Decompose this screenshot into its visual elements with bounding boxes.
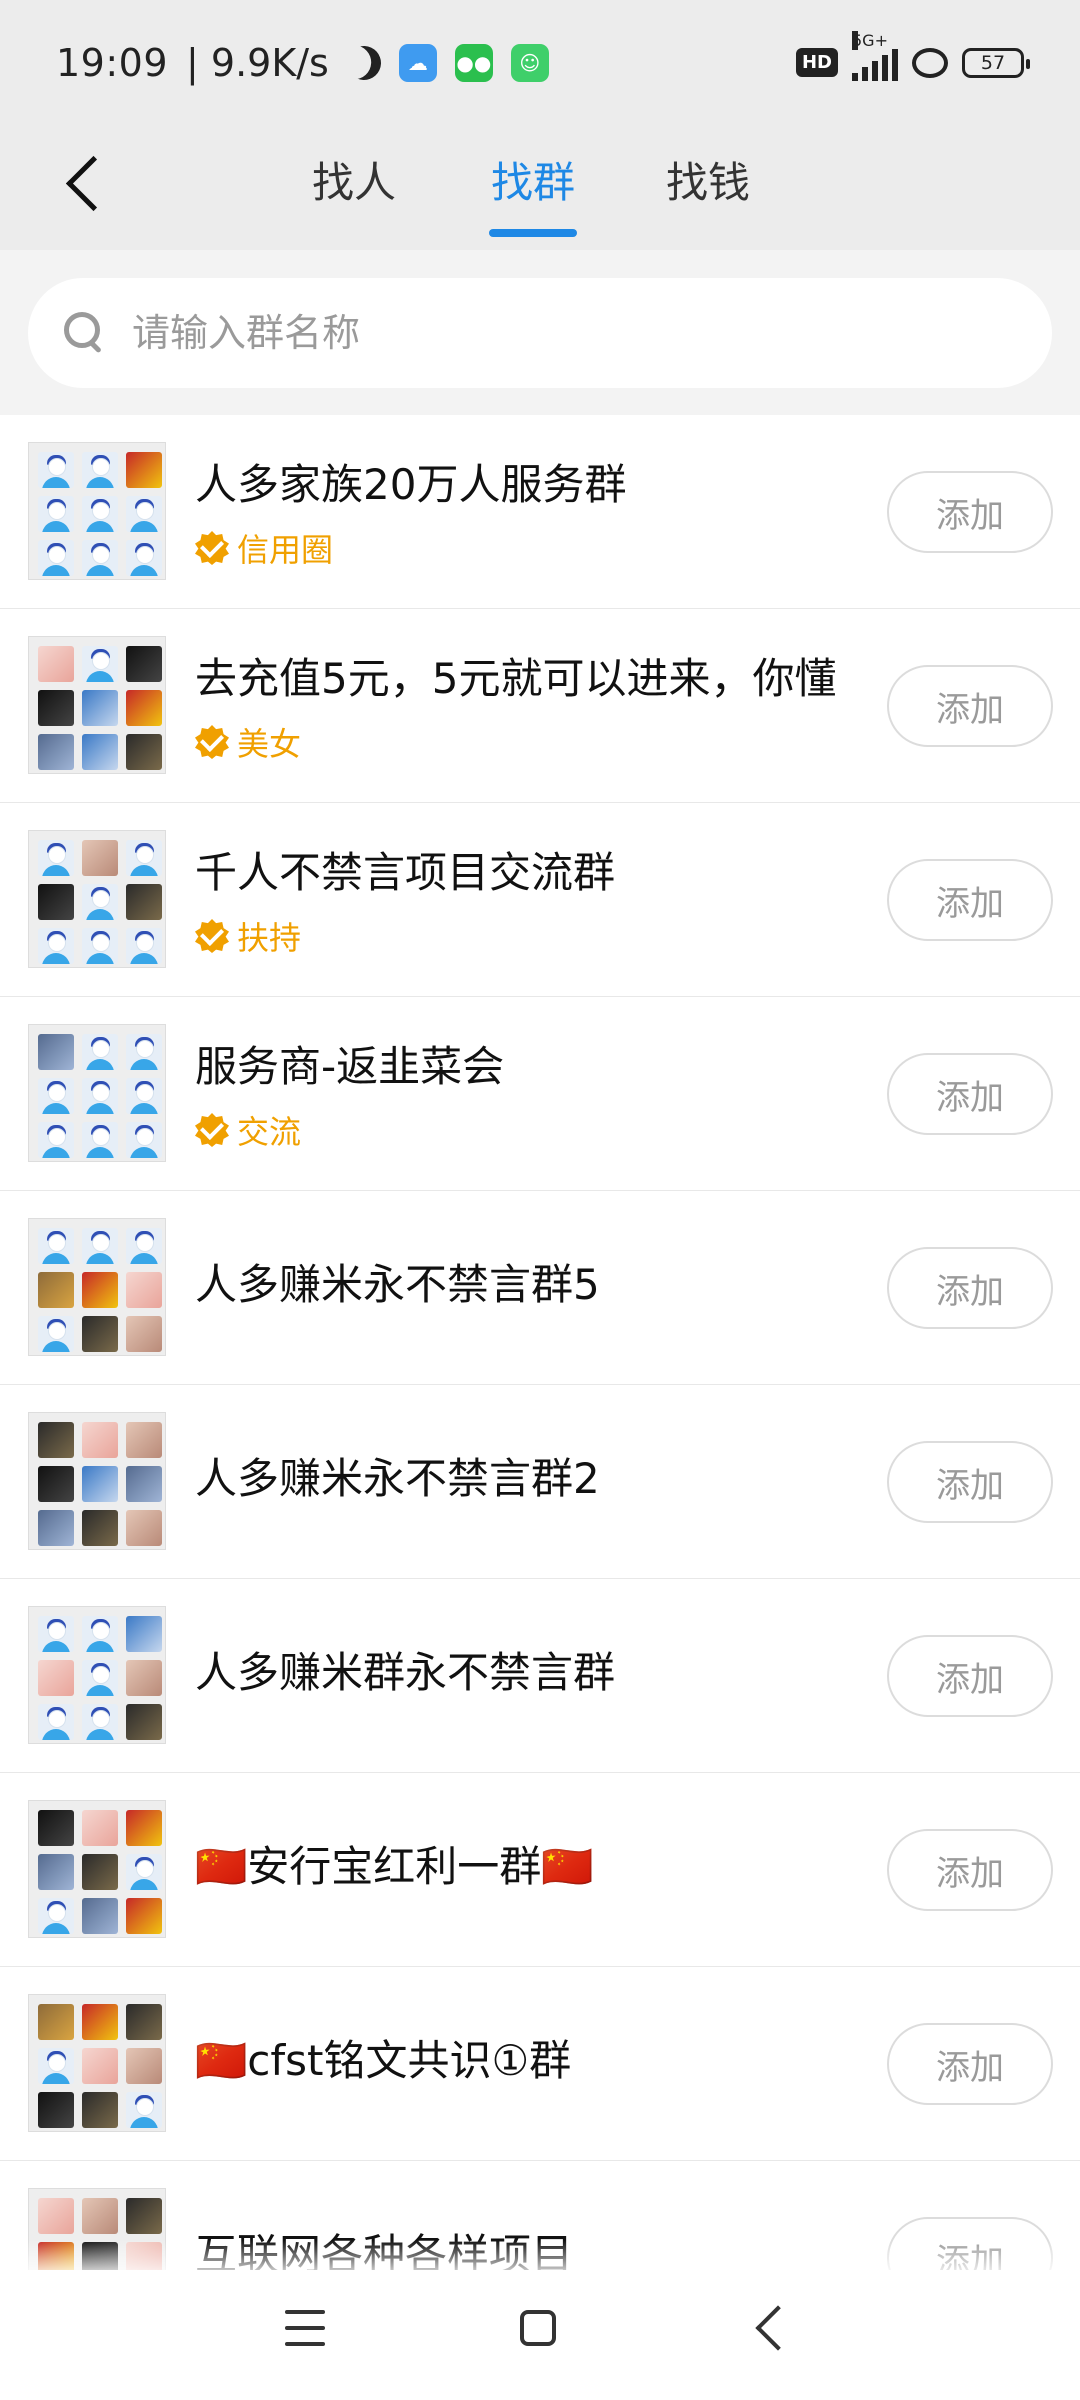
search-area: [0, 250, 1080, 415]
verified-badge-icon: [195, 531, 229, 565]
top-bar: 19:09 | 9.9K/s ☁ ●● ☺ HD 5G+ 57 找人 找群 找钱: [0, 0, 1080, 250]
list-item[interactable]: 服务商-返韭菜会 交流 添加: [0, 997, 1080, 1191]
system-back-icon[interactable]: [755, 2305, 801, 2351]
moon-icon: [342, 41, 386, 85]
system-nav-bar: [0, 2270, 1080, 2400]
status-bar: 19:09 | 9.9K/s ☁ ●● ☺ HD 5G+ 57: [0, 0, 1080, 125]
verified-badge-icon: [195, 919, 229, 953]
search-box[interactable]: [28, 278, 1052, 388]
menu-icon[interactable]: [285, 2310, 325, 2346]
add-group-button[interactable]: 添加: [887, 859, 1053, 941]
list-item[interactable]: 人多赚米永不禁言群2 添加: [0, 1385, 1080, 1579]
list-item[interactable]: 去充值5元，5元就可以进来，你懂 美女 添加: [0, 609, 1080, 803]
group-avatar: [28, 1606, 166, 1744]
group-name: 🇨🇳cfst铭文共识①群: [195, 2036, 572, 2085]
verified-badge-icon: [195, 1113, 229, 1147]
list-item[interactable]: 人多赚米永不禁言群5 添加: [0, 1191, 1080, 1385]
back-button[interactable]: [50, 143, 121, 223]
group-avatar: [28, 1218, 166, 1356]
add-group-button[interactable]: 添加: [887, 1053, 1053, 1135]
verified-badge-icon: [195, 725, 229, 759]
search-input[interactable]: [130, 310, 1014, 356]
add-group-button[interactable]: 添加: [887, 1635, 1053, 1717]
group-avatar: [28, 636, 166, 774]
add-group-button[interactable]: 添加: [887, 2023, 1053, 2105]
group-name: 服务商-返韭菜会: [195, 1042, 505, 1091]
group-name: 人多赚米永不禁言群5: [195, 1260, 600, 1309]
active-tab-indicator: [489, 229, 577, 237]
link-icon: [912, 47, 948, 78]
add-group-button[interactable]: 添加: [887, 471, 1053, 553]
status-time: 19:09: [56, 40, 169, 85]
group-name: 人多家族20万人服务群: [195, 460, 627, 509]
group-name: 🇨🇳安行宝红利一群🇨🇳: [195, 1842, 594, 1891]
group-name: 人多赚米群永不禁言群: [195, 1648, 616, 1697]
app-notification-icon: ☺: [510, 43, 549, 82]
tab-find-money[interactable]: 找钱: [666, 143, 750, 243]
group-name: 人多赚米永不禁言群2: [195, 1454, 600, 1503]
home-icon[interactable]: [520, 2310, 556, 2346]
group-tag: 信用圈: [195, 525, 333, 571]
group-name: 千人不禁言项目交流群: [195, 848, 616, 897]
hd-icon: HD: [795, 48, 838, 77]
group-avatar: [28, 1800, 166, 1938]
nav-bar: 找人 找群 找钱: [0, 125, 1080, 250]
group-tag: 交流: [195, 1107, 301, 1153]
back-arrow-icon: [65, 155, 121, 211]
list-item[interactable]: 人多赚米群永不禁言群 添加: [0, 1579, 1080, 1773]
add-group-button[interactable]: 添加: [887, 1441, 1053, 1523]
tab-find-people[interactable]: 找人: [312, 143, 396, 243]
list-item[interactable]: 千人不禁言项目交流群 扶持 添加: [0, 803, 1080, 997]
group-avatar: [28, 830, 166, 968]
signal-icon: 5G+: [852, 30, 898, 81]
status-net-speed: | 9.9K/s: [186, 40, 329, 85]
group-avatar: [28, 1994, 166, 2132]
list-item[interactable]: 人多家族20万人服务群 信用圈 添加: [0, 415, 1080, 609]
add-group-button[interactable]: 添加: [887, 1247, 1053, 1329]
add-group-button[interactable]: 添加: [887, 665, 1053, 747]
list-item[interactable]: 🇨🇳cfst铭文共识①群 添加: [0, 1967, 1080, 2161]
weather-app-icon: ☁: [398, 43, 437, 82]
group-name: 去充值5元，5元就可以进来，你懂: [195, 654, 837, 703]
group-list: 人多家族20万人服务群 信用圈 添加 去充值5元，5元就可以进来，你懂 美女 添…: [0, 415, 1080, 2355]
add-group-button[interactable]: 添加: [887, 1829, 1053, 1911]
group-avatar: [28, 1024, 166, 1162]
group-tag: 扶持: [195, 913, 301, 959]
group-tag: 美女: [195, 719, 301, 765]
wechat-icon: ●●: [454, 43, 493, 82]
tab-find-groups[interactable]: 找群: [489, 143, 577, 243]
search-icon: [62, 310, 108, 356]
group-avatar: [28, 1412, 166, 1550]
battery-icon: 57: [962, 47, 1030, 78]
list-item[interactable]: 🇨🇳安行宝红利一群🇨🇳 添加: [0, 1773, 1080, 1967]
group-avatar: [28, 442, 166, 580]
